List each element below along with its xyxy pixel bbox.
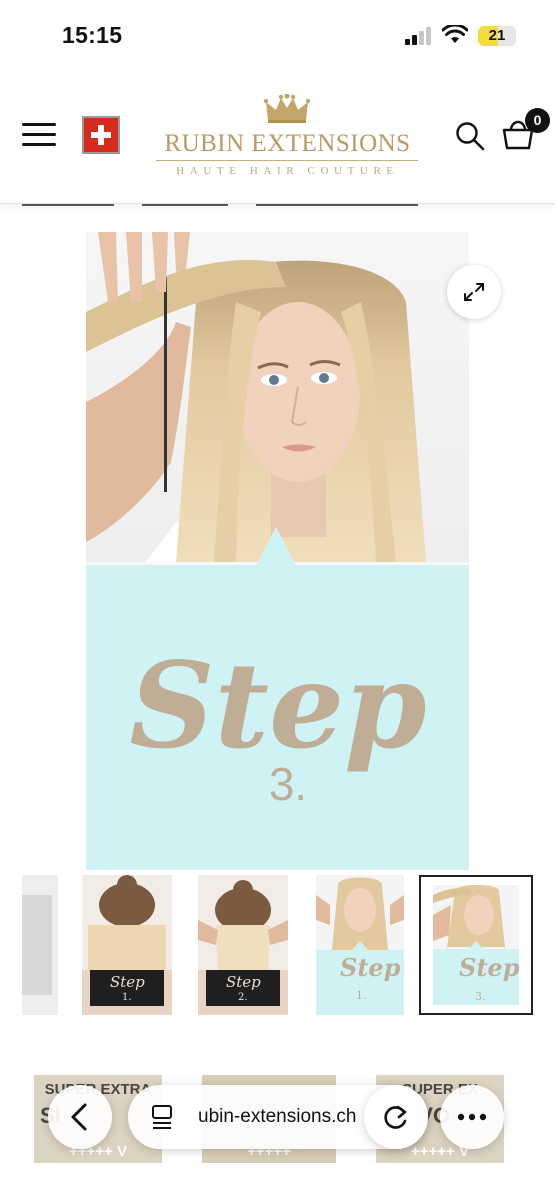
step-3-illustration: Step 3. xyxy=(86,232,469,870)
status-time: 15:15 xyxy=(62,22,123,48)
thumbnail-step-word: Step xyxy=(340,953,401,982)
reader-mode-icon[interactable] xyxy=(150,1103,176,1131)
search-icon[interactable] xyxy=(454,120,486,152)
thumbnail-step-word: Step xyxy=(110,973,145,991)
battery-level-text: 21 xyxy=(488,27,506,44)
main-step-word: Step xyxy=(129,636,426,775)
ellipsis-icon xyxy=(457,1113,487,1121)
product-main-image[interactable]: Step 3. xyxy=(86,232,469,870)
browser-toolbar: ubin-extensions.ch xyxy=(0,1075,555,1167)
menu-button[interactable] xyxy=(20,120,58,150)
thumbnail-step-2-clip[interactable]: Step 2. xyxy=(198,875,288,1015)
logo-divider xyxy=(156,160,418,161)
brand-logo[interactable]: RUBIN EXTENSIONS HAUTE HAIR COUTURE xyxy=(150,94,425,184)
cart-count-badge[interactable]: 0 xyxy=(525,108,550,133)
battery-indicator: 21 xyxy=(478,26,516,46)
brand-tagline: HAUTE HAIR COUTURE xyxy=(176,165,399,177)
back-button[interactable] xyxy=(48,1085,112,1149)
url-text: ubin-extensions.ch xyxy=(198,1106,357,1127)
thumbnail-step-number: 1. xyxy=(122,992,132,1003)
thumbnail-0[interactable] xyxy=(22,875,58,1015)
product-tabs-underline xyxy=(0,204,555,208)
crown-icon xyxy=(264,94,310,123)
brand-name: RUBIN EXTENSIONS xyxy=(164,130,411,157)
expand-image-button[interactable] xyxy=(447,265,501,319)
expand-icon xyxy=(464,283,484,301)
thumbnail-step-number: 1. xyxy=(356,989,367,1002)
reload-button[interactable] xyxy=(364,1085,428,1149)
thumbnail-step-number: 3. xyxy=(475,990,486,1003)
thumbnail-step-1-blonde[interactable]: Step 1. xyxy=(316,875,404,1015)
thumbnail-step-word: Step xyxy=(226,973,261,991)
site-header: RUBIN EXTENSIONS HAUTE HAIR COUTURE xyxy=(0,72,555,204)
reload-icon xyxy=(384,1105,407,1129)
thumbnail-step-1-clip[interactable]: Step 1. xyxy=(82,875,172,1015)
thumbnail-step-word: Step xyxy=(459,953,520,982)
chevron-left-icon xyxy=(71,1103,87,1131)
swiss-flag-icon[interactable] xyxy=(82,116,120,154)
thumbnail-step-3-selected[interactable]: Step 3. xyxy=(419,875,533,1015)
wifi-icon xyxy=(442,25,468,43)
more-options-button[interactable] xyxy=(440,1085,504,1149)
cellular-signal-icon xyxy=(405,27,431,45)
main-step-number: 3. xyxy=(269,758,307,810)
status-bar: 15:15 21 xyxy=(0,0,555,72)
thumbnail-step-number: 2. xyxy=(238,992,248,1003)
